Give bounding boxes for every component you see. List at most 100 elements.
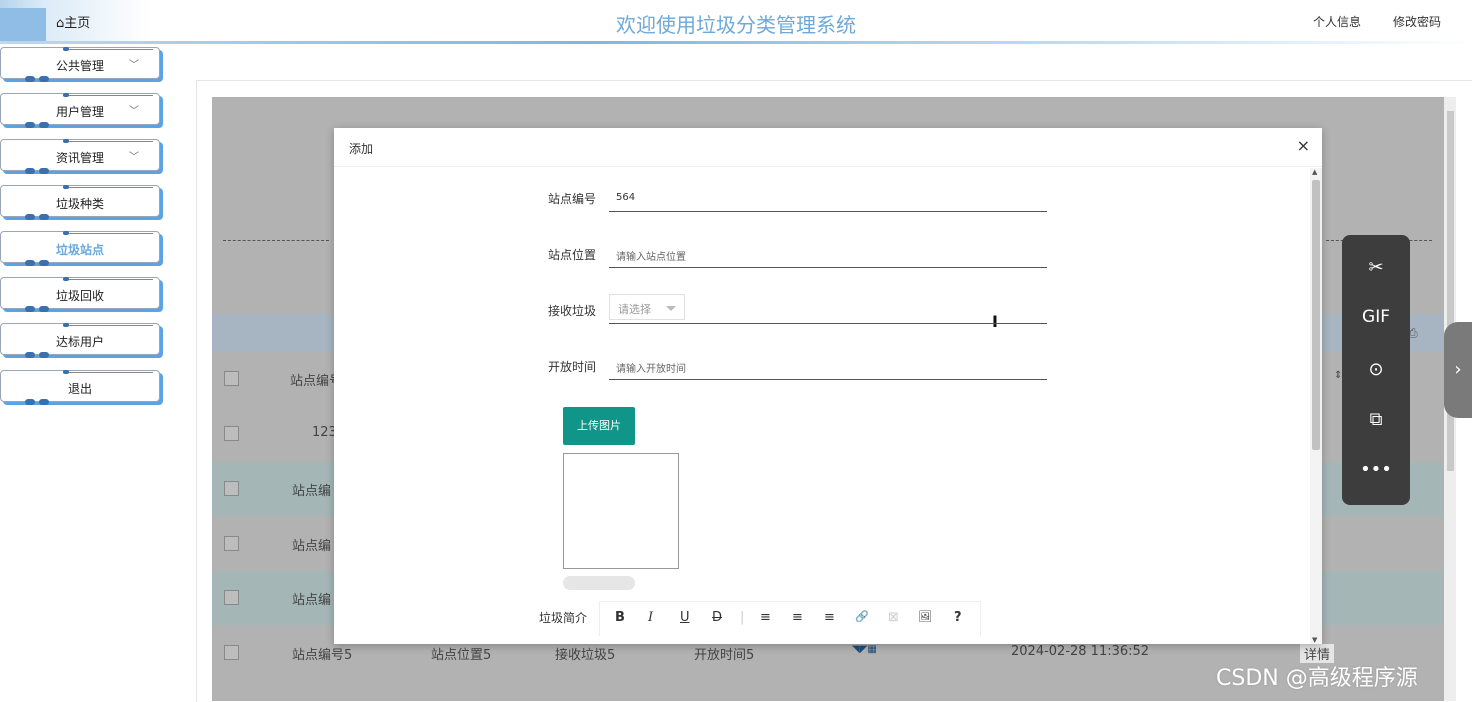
- menu-decoration: [25, 306, 35, 312]
- rich-text-toolbar: B I U D | ≡ ≡ ≡ 🔗 ⊠ 🖼 ?: [599, 601, 981, 636]
- unlink-icon[interactable]: ⊠: [888, 610, 899, 625]
- station-no-input[interactable]: 564: [616, 192, 635, 203]
- gif-button[interactable]: GIF: [1342, 307, 1410, 327]
- menu-decoration: [25, 214, 35, 220]
- dialog-scrollbar[interactable]: ▲ ▼: [1310, 168, 1322, 644]
- sidebar-item-label: 垃圾回收: [55, 289, 104, 303]
- chevron-right-icon[interactable]: ›: [1444, 322, 1472, 418]
- row-checkbox[interactable]: [224, 645, 239, 660]
- station-no-underline: [609, 211, 1047, 212]
- waste-select[interactable]: 请选择: [609, 294, 685, 320]
- menu-decoration: [39, 168, 49, 174]
- record-icon[interactable]: ⊙: [1342, 359, 1410, 380]
- menu-decoration: [25, 76, 35, 82]
- add-dialog: 添加 × 站点编号 564 I 站点位置 请输入站点位置 接收垃圾 请选择 开放…: [334, 128, 1322, 644]
- site-title: 欢迎使用垃圾分类管理系统: [616, 13, 856, 37]
- sidebar-item-news[interactable]: 资讯管理 ﹀: [0, 139, 160, 174]
- sidebar-item-public[interactable]: 公共管理 ﹀: [0, 47, 160, 82]
- menu-decoration: [63, 279, 153, 282]
- scroll-down-icon[interactable]: ▼: [1312, 636, 1317, 644]
- menu-decoration: [63, 370, 69, 374]
- sidebar-item-waste-type[interactable]: 垃圾种类: [0, 185, 160, 220]
- open-time-label: 开放时间: [548, 360, 597, 374]
- menu-decoration: [25, 168, 35, 174]
- bold-button[interactable]: B: [615, 610, 625, 625]
- strikethrough-button[interactable]: D: [712, 610, 722, 625]
- sidebar-item-qualified-users[interactable]: 达标用户: [0, 323, 160, 358]
- table-cell: 站点编号5: [292, 648, 353, 663]
- sidebar-item-users[interactable]: 用户管理 ﹀: [0, 93, 160, 128]
- waste-underline: [609, 323, 1047, 324]
- row-checkbox[interactable]: [224, 536, 239, 551]
- location-input[interactable]: 请输入站点位置: [616, 248, 686, 263]
- sidebar-item-waste-recycle[interactable]: 垃圾回收: [0, 277, 160, 312]
- align-center-icon[interactable]: ≡: [792, 610, 803, 625]
- underline-button[interactable]: U: [680, 610, 690, 625]
- menu-decoration: [63, 49, 153, 52]
- image-preview: [563, 453, 679, 569]
- table-cell: 站点编: [292, 539, 332, 554]
- menu-decoration: [25, 260, 35, 266]
- table-cell: 站点编: [292, 484, 332, 499]
- align-left-icon[interactable]: ≡: [760, 610, 771, 625]
- dialog-scrollbar-thumb[interactable]: [1312, 180, 1320, 450]
- italic-button[interactable]: I: [648, 610, 653, 625]
- image-icon[interactable]: 🖼: [918, 610, 932, 623]
- menu-decoration: [25, 122, 35, 128]
- upload-image-button[interactable]: 上传图片: [563, 407, 635, 445]
- menu-decoration: [39, 352, 49, 358]
- menu-decoration: [63, 325, 153, 328]
- menu-decoration: [63, 139, 69, 143]
- sidebar-item-logout[interactable]: 退出: [0, 370, 160, 405]
- profile-link[interactable]: 个人信息: [1313, 13, 1361, 30]
- sidebar-item-label: 垃圾种类: [55, 197, 104, 211]
- change-password-link[interactable]: 修改密码: [1393, 13, 1441, 30]
- row-checkbox[interactable]: [224, 590, 239, 605]
- align-right-icon[interactable]: ≡: [824, 610, 835, 625]
- menu-decoration: [39, 76, 49, 82]
- logo-thumbnail-icon: ◥◤▦: [852, 644, 877, 655]
- location-label: 站点位置: [548, 248, 597, 262]
- menu-decoration: [25, 399, 35, 405]
- location-underline: [609, 267, 1047, 268]
- menu-decoration: [39, 122, 49, 128]
- capture-toolbar: ✂ GIF ⊙ ⧉ •••: [1342, 235, 1410, 505]
- dialog-title: 添加: [349, 142, 374, 156]
- header-divider: [0, 41, 1472, 44]
- waste-select-value: 请选择: [618, 303, 651, 316]
- menu-decoration: [39, 214, 49, 220]
- menu-decoration: [63, 93, 69, 97]
- table-cell: 开放时间5: [694, 648, 755, 663]
- menu-decoration: [63, 95, 153, 98]
- menu-decoration: [63, 277, 69, 281]
- chevron-down-icon: ﹀: [129, 106, 139, 117]
- dialog-header: 添加 ×: [334, 128, 1322, 167]
- open-time-input[interactable]: 请输入开放时间: [616, 360, 686, 375]
- menu-decoration: [63, 233, 153, 236]
- sidebar-item-waste-station[interactable]: 垃圾站点: [0, 231, 160, 266]
- help-icon[interactable]: ?: [954, 610, 962, 625]
- link-icon[interactable]: 🔗: [855, 610, 869, 623]
- watermark: CSDN @高级程序源: [1216, 666, 1418, 691]
- sidebar-item-label: 公共管理: [55, 59, 104, 73]
- menu-decoration: [63, 141, 153, 144]
- upload-progress-bar: [563, 576, 635, 590]
- table-cell: 站点位置5: [431, 648, 492, 663]
- sidebar-item-label: 用户管理: [55, 105, 104, 119]
- menu-decoration: [63, 187, 153, 190]
- row-checkbox[interactable]: [224, 426, 239, 441]
- menu-decoration: [63, 231, 69, 235]
- more-icon[interactable]: •••: [1342, 459, 1410, 480]
- scissors-icon[interactable]: ✂: [1342, 257, 1410, 278]
- select-all-checkbox[interactable]: [224, 371, 239, 386]
- screenshot-icon[interactable]: ⧉: [1342, 409, 1410, 430]
- sidebar-item-label: 资讯管理: [55, 151, 104, 165]
- table-cell: 2024-02-28 11:36:52: [1011, 644, 1150, 659]
- close-icon[interactable]: ×: [1297, 136, 1310, 155]
- scroll-up-icon[interactable]: ▲: [1312, 168, 1317, 176]
- menu-decoration: [63, 372, 153, 375]
- sidebar-item-label: 垃圾站点: [55, 243, 104, 257]
- row-checkbox[interactable]: [224, 481, 239, 496]
- chevron-down-icon: ﹀: [129, 60, 139, 71]
- caret-down-icon: [666, 306, 676, 311]
